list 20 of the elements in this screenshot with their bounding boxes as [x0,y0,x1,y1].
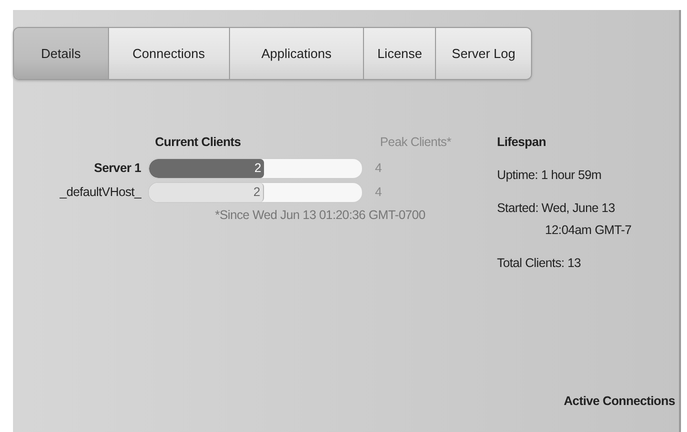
section-heading: Lifespan [497,134,547,151]
uptime-text: Uptime: 1 hour 59m [497,166,602,184]
tab[interactable]: Details [14,28,109,79]
server-name: _defaultVHost_ [60,184,141,199]
tab[interactable]: Server Log [436,28,531,79]
total-clients-text: Total Clients: 13 [497,255,582,272]
started-text: Started: Wed, June 13 [497,200,616,216]
column-heading: Peak Clients* [380,135,452,149]
column-heading: Current Clients [155,135,241,149]
tab[interactable]: License [364,28,436,79]
tab[interactable]: Connections [108,28,230,79]
section-heading: Active Connections [564,394,675,408]
tab[interactable]: Applications [230,28,364,79]
footnote: *Since Wed Jun 13 01:20:36 GMT-0700 [215,208,426,222]
started-time-text: 12:04am GMT-7 [544,222,632,240]
peak-value: 4 [375,184,382,199]
peak-value: 4 [375,160,382,175]
progress-fill: 2 [149,158,264,178]
server-name: Server 1 [94,160,141,175]
progress-fill: 2 [149,182,264,202]
